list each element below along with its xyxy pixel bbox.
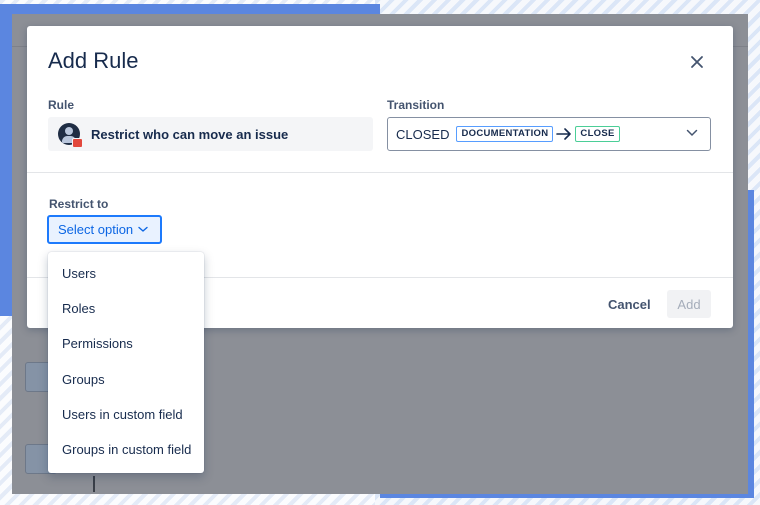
avatar (58, 123, 83, 148)
close-icon (691, 56, 703, 68)
add-button[interactable]: Add (667, 290, 711, 318)
close-button[interactable] (683, 48, 711, 76)
rule-value: Restrict who can move an issue (91, 126, 289, 142)
transition-select[interactable]: CLOSED DOCUMENTATION CLOSE (387, 117, 711, 151)
chevron-down-icon (686, 129, 698, 137)
menu-item-roles[interactable]: Roles (48, 291, 204, 326)
modal-title: Add Rule (48, 48, 139, 73)
rule-field: Restrict who can move an issue (48, 117, 373, 151)
menu-item-groups-in-custom-field[interactable]: Groups in custom field (48, 432, 204, 467)
backdrop-connector (93, 476, 95, 492)
restrict-to-select[interactable]: Select option (47, 215, 162, 244)
restrict-to-menu: Users Roles Permissions Groups Users in … (48, 252, 204, 473)
restrict-to-label: Restrict to (49, 197, 109, 211)
select-placeholder: Select option (58, 222, 134, 237)
rule-label: Rule (48, 98, 75, 112)
chevron-down-icon (138, 226, 148, 232)
transition-from-status: CLOSED (396, 126, 450, 142)
cancel-button[interactable]: Cancel (602, 290, 657, 318)
lock-icon (72, 138, 83, 148)
transition-label: Transition (387, 98, 445, 112)
menu-item-groups[interactable]: Groups (48, 362, 204, 397)
section-divider (27, 172, 733, 173)
arrow-right-icon (556, 128, 572, 140)
menu-item-permissions[interactable]: Permissions (48, 326, 204, 361)
workflow-lozenge: DOCUMENTATION (456, 126, 554, 142)
menu-item-users-in-custom-field[interactable]: Users in custom field (48, 397, 204, 432)
menu-item-users[interactable]: Users (48, 256, 204, 291)
to-status-lozenge: CLOSE (575, 126, 620, 142)
